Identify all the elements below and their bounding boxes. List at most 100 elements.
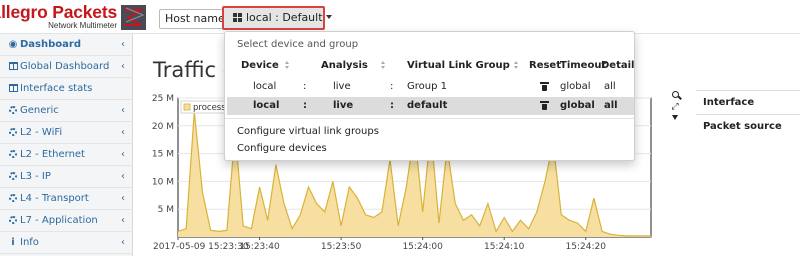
chevron-left-icon: ‹: [121, 215, 125, 226]
sidebar-item-label: Global Dashboard: [20, 61, 110, 72]
sidebar: ◉ Dashboard ‹ Global Dashboard ‹ Interfa…: [0, 34, 133, 256]
cell-detail: all: [604, 81, 616, 92]
gear-icon: [7, 144, 19, 165]
sidebar-item-generic[interactable]: Generic ‹: [0, 100, 133, 122]
x-tick-label: 15:24:10: [484, 242, 525, 252]
sidebar-item-interface-stats[interactable]: Interface stats: [0, 78, 133, 100]
column-header-virtual-link-group[interactable]: Virtual Link Group: [407, 57, 510, 75]
sidebar-item-l7-application[interactable]: L7 - Application ‹: [0, 210, 133, 232]
cell-group: Group 1: [407, 81, 447, 92]
table-icon: [7, 78, 19, 99]
sidebar-item-label: Info: [20, 237, 39, 248]
column-header-timeout: Timeout: [560, 60, 607, 71]
cell-device: local: [253, 81, 277, 92]
table-row[interactable]: local : live : Group 1 global all: [227, 78, 634, 96]
dropdown-header: Select device and group: [237, 39, 359, 50]
sidebar-item-dashboard[interactable]: ◉ Dashboard ‹: [0, 34, 133, 56]
trash-icon[interactable]: [540, 82, 549, 91]
sidebar-item-label: L2 - WiFi: [20, 127, 63, 138]
cell-analysis: live: [333, 81, 351, 92]
info-row-packet-source: Packet source: [696, 114, 800, 138]
cell-separator: :: [390, 100, 394, 111]
sidebar-item-label: L4 - Transport: [20, 193, 89, 204]
sidebar-item-l2-wifi[interactable]: L2 - WiFi ‹: [0, 122, 133, 144]
sidebar-item-label: Dashboard: [20, 39, 81, 50]
y-tick-label: 25 M: [152, 94, 174, 104]
brand-subtitle: Network Multimeter: [48, 21, 117, 30]
dashboard-icon: ◉: [8, 39, 18, 50]
sort-icon[interactable]: [285, 61, 290, 71]
chevron-left-icon: ‹: [121, 171, 125, 182]
gear-icon: [7, 100, 19, 121]
x-tick-label: 15:24:20: [566, 242, 607, 252]
chevron-left-icon: ‹: [121, 105, 125, 116]
x-tick-label: 15:23:40: [239, 242, 280, 252]
column-header-reset: Reset: [529, 60, 561, 71]
caret-down-icon[interactable]: [668, 113, 682, 124]
cell-separator: :: [303, 100, 307, 111]
gear-icon: [7, 122, 19, 143]
table-header-row: Device Analysis Virtual Link Group Reset…: [227, 57, 634, 75]
column-header-detail: Detail: [601, 60, 635, 71]
sidebar-item-label: L3 - IP: [20, 171, 51, 182]
cell-analysis: live: [333, 100, 354, 111]
configure-virtual-link-groups-link[interactable]: Configure virtual link groups: [237, 126, 379, 137]
gear-icon: [7, 210, 19, 231]
brand-name: Allegro Packets: [0, 2, 117, 22]
dropdown-divider: [225, 118, 634, 119]
column-header-device[interactable]: Device: [241, 57, 279, 75]
chevron-left-icon: ‹: [121, 39, 125, 50]
sort-icon[interactable]: [514, 61, 519, 71]
sidebar-item-l4-transport[interactable]: L4 - Transport ‹: [0, 188, 133, 210]
configure-devices-link[interactable]: Configure devices: [237, 143, 327, 154]
device-group-table: Device Analysis Virtual Link Group Reset…: [227, 57, 634, 116]
host-select-button[interactable]: local : Default: [222, 6, 332, 30]
sidebar-item-label: Interface stats: [20, 83, 93, 94]
cell-timeout: global: [560, 100, 595, 111]
sidebar-item-global-dashboard[interactable]: Global Dashboard ‹: [0, 56, 133, 78]
y-tick-label: 15 M: [152, 150, 174, 160]
gear-icon: [7, 166, 19, 187]
cell-device: local: [253, 100, 280, 111]
expand-icon[interactable]: ⤢: [668, 102, 682, 113]
device-group-dropdown: Select device and group Device Analysis …: [224, 31, 635, 161]
device-logo-icon: [121, 5, 146, 30]
top-bar: Allegro Packets Network Multimeter Host …: [0, 0, 800, 34]
sidebar-item-l3-ip[interactable]: L3 - IP ‹: [0, 166, 133, 188]
zoom-search-icon[interactable]: [668, 91, 682, 102]
x-tick-label: 15:23:50: [321, 242, 362, 252]
y-tick-label: 10 M: [152, 177, 174, 187]
info-panel: Interface Packet source: [696, 90, 800, 150]
page-title: Traffic c: [153, 58, 235, 82]
chart-tools: ⤢: [668, 91, 682, 127]
brand-logo[interactable]: Allegro Packets Network Multimeter: [0, 2, 117, 32]
cell-detail: all: [604, 100, 618, 111]
legend-swatch: [183, 103, 191, 111]
sidebar-item-l2-ethernet[interactable]: L2 - Ethernet ‹: [0, 144, 133, 166]
cell-group: default: [407, 100, 448, 111]
column-header-analysis[interactable]: Analysis: [321, 57, 368, 75]
sidebar-item-label: L7 - Application: [20, 215, 98, 226]
sidebar-item-label: L2 - Ethernet: [20, 149, 85, 160]
info-icon: i: [11, 237, 15, 248]
chevron-left-icon: ‹: [121, 237, 125, 248]
cell-separator: :: [390, 81, 394, 92]
chevron-left-icon: ‹: [121, 61, 125, 72]
table-row-selected[interactable]: local : live : default global all: [227, 97, 634, 115]
chevron-left-icon: ‹: [121, 149, 125, 160]
th-large-icon: [233, 13, 243, 22]
chevron-left-icon: ‹: [121, 193, 125, 204]
info-row-interface: Interface: [696, 90, 800, 114]
x-tick-label: 15:24:00: [402, 242, 443, 252]
y-tick-label: 20 M: [152, 122, 174, 132]
chevron-left-icon: ‹: [121, 127, 125, 138]
cell-timeout: global: [560, 81, 591, 92]
sidebar-item-info[interactable]: i Info ‹: [0, 232, 133, 254]
trash-icon[interactable]: [540, 101, 549, 110]
gear-icon: [7, 188, 19, 209]
x-tick-label: 2017-05-09 15:23:30: [153, 242, 249, 252]
table-icon: [7, 56, 19, 77]
sort-icon[interactable]: [381, 61, 386, 71]
y-tick-label: 5 M: [158, 205, 174, 215]
sidebar-item-label: Generic: [20, 105, 59, 116]
